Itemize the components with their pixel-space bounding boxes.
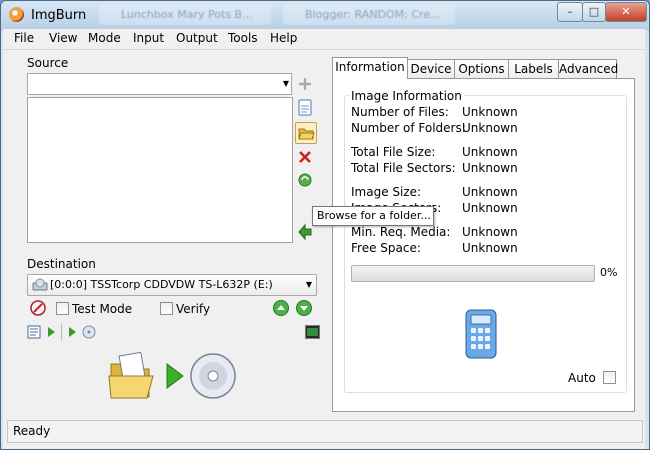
- destination-drive-value: [0:0:0] TSSTcorp CDDVDW TS-L632P (E:): [50, 278, 273, 291]
- browse-folder-tooltip: Browse for a folder...: [312, 206, 434, 226]
- play-small-icon[interactable]: [46, 326, 56, 338]
- status-panel: Ready: [7, 420, 643, 443]
- info-value: Unknown: [462, 185, 518, 199]
- info-label: Image Size:: [351, 185, 422, 199]
- tab-labels[interactable]: Labels: [508, 59, 559, 79]
- toolbar-divider: [61, 324, 62, 340]
- menu-mode[interactable]: Mode: [88, 31, 121, 45]
- main-client-area: Source ▼ Destination [0:0:0] TSSTcorp CD…: [3, 50, 645, 415]
- close-button[interactable]: ✕: [605, 2, 647, 22]
- info-label: Number of Folders:: [351, 121, 466, 135]
- info-value: Unknown: [462, 225, 518, 239]
- calculator-icon[interactable]: [463, 308, 499, 360]
- menu-input[interactable]: Input: [133, 31, 164, 45]
- tab-information[interactable]: Information: [332, 57, 408, 79]
- verify-checkbox[interactable]: [160, 302, 173, 315]
- disc-small-icon[interactable]: [82, 325, 96, 339]
- build-button[interactable]: [107, 350, 241, 402]
- destination-label: Destination: [27, 257, 96, 271]
- play-small-icon[interactable]: [67, 326, 77, 338]
- menu-bar: File View Mode Input Output Tools Help: [3, 29, 645, 50]
- menu-help[interactable]: Help: [270, 31, 297, 45]
- info-value: Unknown: [462, 145, 518, 159]
- maximize-button[interactable]: □: [582, 2, 606, 22]
- info-value: Unknown: [462, 105, 518, 119]
- globe-refresh-icon[interactable]: [295, 170, 315, 190]
- folder-open-icon[interactable]: [295, 122, 317, 144]
- destination-drive-combo[interactable]: [0:0:0] TSSTcorp CDDVDW TS-L632P (E:) ▼: [27, 274, 317, 296]
- disc-icon: [190, 353, 236, 399]
- status-bar: Ready: [3, 415, 645, 449]
- background-window-tab: Blogger: RANDOM: Cre...: [283, 5, 455, 25]
- menu-file[interactable]: File: [14, 31, 34, 45]
- info-value: Unknown: [462, 121, 518, 135]
- red-circle-icon[interactable]: [29, 299, 47, 317]
- red-x-icon[interactable]: [295, 147, 315, 167]
- auto-checkbox[interactable]: [603, 371, 616, 384]
- window-title: ImgBurn: [31, 8, 87, 23]
- app-window: ImgBurn Lunchbox Mary Pots B... Blogger:…: [0, 0, 650, 450]
- info-value: Unknown: [462, 161, 518, 175]
- menu-view[interactable]: View: [49, 31, 77, 45]
- source-combo[interactable]: ▼: [27, 73, 292, 95]
- menu-output[interactable]: Output: [176, 31, 218, 45]
- info-value: Unknown: [462, 241, 518, 255]
- info-label: Number of Files:: [351, 105, 449, 119]
- info-value: Unknown: [462, 201, 518, 215]
- log-icon[interactable]: [27, 325, 41, 339]
- minimize-button[interactable]: –: [557, 2, 583, 22]
- background-window-tab: Lunchbox Mary Pots B...: [99, 5, 271, 25]
- source-file-list[interactable]: [27, 97, 293, 243]
- info-label: Min. Req. Media:: [351, 225, 451, 239]
- image-information-title: Image Information: [349, 89, 464, 103]
- close-tray-icon[interactable]: [295, 299, 313, 317]
- title-bar: ImgBurn Lunchbox Mary Pots B... Blogger:…: [1, 1, 649, 29]
- test-mode-label: Test Mode: [72, 302, 133, 316]
- file-icon[interactable]: [295, 98, 315, 118]
- terminal-icon[interactable]: [305, 325, 320, 339]
- tab-advanced[interactable]: Advanced: [558, 59, 618, 79]
- optical-drive-icon: [32, 278, 48, 291]
- verify-label: Verify: [176, 302, 211, 316]
- source-label: Source: [27, 56, 69, 70]
- test-mode-checkbox[interactable]: [56, 302, 69, 315]
- tab-strip: Information Device Options Labels Advanc…: [332, 57, 633, 79]
- info-label: Free Space:: [351, 241, 421, 255]
- plus-icon[interactable]: [295, 74, 315, 94]
- chevron-down-icon[interactable]: ▼: [306, 275, 312, 295]
- tab-options[interactable]: Options: [454, 59, 509, 79]
- eject-icon[interactable]: [272, 299, 290, 317]
- auto-label: Auto: [568, 371, 596, 385]
- menu-tools[interactable]: Tools: [228, 31, 258, 45]
- tab-device[interactable]: Device: [407, 59, 455, 79]
- info-label: Total File Sectors:: [351, 161, 456, 175]
- progress-percent: 0%: [600, 266, 618, 279]
- folder-icon: [108, 351, 154, 399]
- status-text: Ready: [13, 424, 51, 438]
- progress-bar: [351, 265, 595, 282]
- imgburn-app-icon: [9, 7, 24, 22]
- info-label: Total File Size:: [351, 145, 436, 159]
- chevron-down-icon[interactable]: ▼: [283, 74, 289, 94]
